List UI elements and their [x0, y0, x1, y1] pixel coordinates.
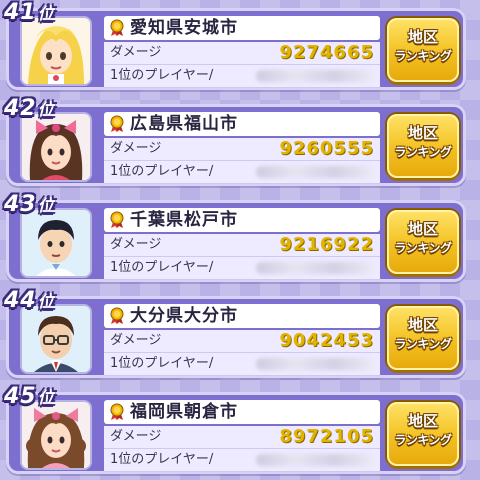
ranking-row-45: 45位 福岡県朝倉市 ダメージ 8972105 1位のプレイヤー/ 地区 ランキ…	[0, 384, 480, 476]
ranking-row-43: 43位 千葉県松戸市 ダメージ 9216922 1位のプレイヤー/ 地区 ランキ…	[0, 192, 480, 284]
rank-suffix: 位	[37, 388, 54, 407]
damage-row: ダメージ 9260555	[104, 138, 380, 161]
ranking-info: 愛知県安城市 ダメージ 9274665 1位のプレイヤー/	[104, 16, 380, 88]
ranking-list: 41位 愛知県安城市 ダメージ 9274665 1位のプレイヤー/ 地区 ランキ…	[0, 0, 480, 480]
man-glasses-suit-avatar-icon	[22, 306, 90, 372]
ranking-info: 福岡県朝倉市 ダメージ 8972105 1位のプレイヤー/	[104, 400, 380, 472]
rank-number: 43	[4, 192, 37, 217]
button-label-line1: 地区	[407, 316, 438, 334]
district-ranking-button[interactable]: 地区 ランキング	[387, 18, 459, 82]
rank-suffix: 位	[37, 100, 54, 119]
dark-hair-man-avatar-icon	[22, 210, 90, 276]
top-player-label: 1位のプレイヤー/	[110, 260, 214, 275]
top-player-label: 1位のプレイヤー/	[110, 68, 214, 83]
city-bar: 大分県大分市	[104, 304, 380, 328]
damage-value: 9042453	[279, 330, 374, 351]
rank-label: 43位	[4, 192, 54, 218]
button-label-line1: 地区	[407, 124, 438, 142]
top-player-row: 1位のプレイヤー/	[104, 65, 380, 88]
damage-row: ダメージ 9042453	[104, 330, 380, 353]
city-bar: 広島県福山市	[104, 112, 380, 136]
damage-label: ダメージ	[110, 45, 162, 60]
button-label-line2: ランキング	[394, 145, 452, 159]
city-bar: 愛知県安城市	[104, 16, 380, 40]
rank-label: 41位	[4, 0, 54, 26]
damage-value: 9216922	[279, 234, 374, 255]
top-player-label: 1位のプレイヤー/	[110, 164, 214, 179]
top-player-row: 1位のプレイヤー/	[104, 161, 380, 184]
medal-icon	[110, 211, 124, 228]
rank-number: 44	[4, 288, 37, 313]
district-ranking-button[interactable]: 地区 ランキング	[387, 402, 459, 466]
damage-label: ダメージ	[110, 141, 162, 156]
city-bar: 千葉県松戸市	[104, 208, 380, 232]
damage-value: 8972105	[279, 426, 374, 447]
top-player-label: 1位のプレイヤー/	[110, 452, 214, 467]
rank-label: 44位	[4, 288, 54, 314]
blurred-player-name	[256, 166, 374, 178]
district-ranking-button[interactable]: 地区 ランキング	[387, 306, 459, 370]
button-label-line1: 地区	[407, 28, 438, 46]
ranking-row-41: 41位 愛知県安城市 ダメージ 9274665 1位のプレイヤー/ 地区 ランキ…	[0, 0, 480, 92]
rank-number: 42	[4, 96, 37, 121]
medal-icon	[110, 403, 124, 420]
blurred-player-name	[256, 70, 374, 82]
rank-suffix: 位	[37, 292, 54, 311]
brown-hair-girl-bow-avatar-icon	[22, 114, 90, 180]
button-label-line1: 地区	[407, 220, 438, 238]
damage-row: ダメージ 8972105	[104, 426, 380, 449]
damage-row: ダメージ 9216922	[104, 234, 380, 257]
rank-label: 45位	[4, 384, 54, 410]
button-label-line2: ランキング	[394, 337, 452, 351]
button-label-line2: ランキング	[394, 49, 452, 63]
city-name: 千葉県松戸市	[130, 210, 238, 230]
damage-value: 9260555	[279, 138, 374, 159]
ranking-row-44: 44位 大分県大分市 ダメージ 9042453 1位のプレイヤー/ 地区 ランキ…	[0, 288, 480, 380]
city-bar: 福岡県朝倉市	[104, 400, 380, 424]
city-name: 愛知県安城市	[130, 18, 238, 38]
blurred-player-name	[256, 454, 374, 466]
medal-icon	[110, 307, 124, 324]
blurred-player-name	[256, 358, 374, 370]
district-ranking-button[interactable]: 地区 ランキング	[387, 210, 459, 274]
city-name: 広島県福山市	[130, 114, 238, 134]
medal-icon	[110, 115, 124, 132]
rank-number: 45	[4, 384, 37, 409]
damage-row: ダメージ 9274665	[104, 42, 380, 65]
rank-label: 42位	[4, 96, 54, 122]
rank-number: 41	[4, 0, 37, 25]
top-player-label: 1位のプレイヤー/	[110, 356, 214, 371]
top-player-row: 1位のプレイヤー/	[104, 449, 380, 472]
district-ranking-button[interactable]: 地区 ランキング	[387, 114, 459, 178]
city-name: 大分県大分市	[130, 306, 238, 326]
damage-value: 9274665	[279, 42, 374, 63]
ranking-info: 大分県大分市 ダメージ 9042453 1位のプレイヤー/	[104, 304, 380, 376]
damage-label: ダメージ	[110, 237, 162, 252]
button-label-line1: 地区	[407, 412, 438, 430]
damage-label: ダメージ	[110, 333, 162, 348]
top-player-row: 1位のプレイヤー/	[104, 353, 380, 376]
top-player-row: 1位のプレイヤー/	[104, 257, 380, 280]
blonde-girl-avatar-icon	[22, 18, 90, 84]
damage-label: ダメージ	[110, 429, 162, 444]
ranking-row-42: 42位 広島県福山市 ダメージ 9260555 1位のプレイヤー/ 地区 ランキ…	[0, 96, 480, 188]
rank-suffix: 位	[37, 4, 54, 23]
medal-icon	[110, 19, 124, 36]
button-label-line2: ランキング	[394, 241, 452, 255]
ranking-info: 広島県福山市 ダメージ 9260555 1位のプレイヤー/	[104, 112, 380, 184]
button-label-line2: ランキング	[394, 433, 452, 447]
rank-suffix: 位	[37, 196, 54, 215]
blurred-player-name	[256, 262, 374, 274]
ranking-info: 千葉県松戸市 ダメージ 9216922 1位のプレイヤー/	[104, 208, 380, 280]
curly-hair-girl-bow-avatar-icon	[22, 402, 90, 468]
city-name: 福岡県朝倉市	[130, 402, 238, 422]
